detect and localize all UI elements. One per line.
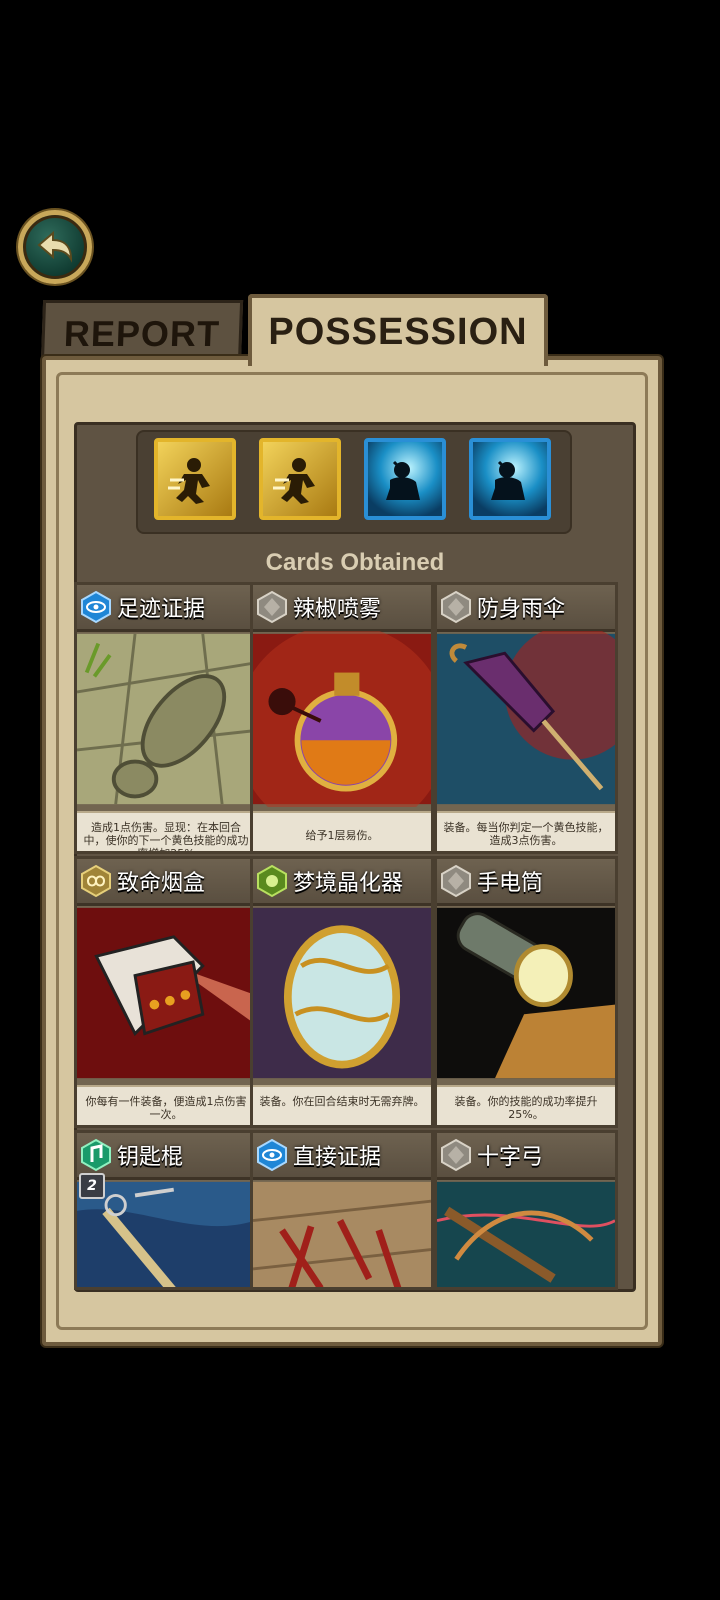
card-title-bar: 致命烟盒	[77, 859, 255, 906]
card-description: 装备。你的技能的成功率提升25%。	[437, 1085, 615, 1125]
card-title-bar: 直接证据	[253, 1133, 431, 1180]
card-title-bar: 十字弓	[437, 1133, 615, 1180]
card-footprint-evidence[interactable]: 足迹证据 造成1点伤害。显现：在本回合中，使你的下一个黄色技能的成功率增加25%	[74, 582, 258, 854]
back-arrow-icon	[37, 230, 73, 263]
cards-obtained-heading: Cards Obtained	[265, 549, 445, 576]
card-title-bar: 手电筒	[437, 859, 615, 906]
card-pepper-spray[interactable]: 辣椒喷雾 给予1层易伤。	[250, 582, 434, 854]
card-key-stick[interactable]: 钥匙棍 2	[74, 1130, 258, 1290]
card-name: 致命烟盒	[117, 871, 206, 896]
grey-gem-icon	[439, 864, 473, 898]
crouching-figure-icon	[386, 460, 420, 500]
card-name: 手电筒	[477, 871, 544, 896]
card-description: 装备。你在回合结束时无需弃牌。	[253, 1085, 431, 1125]
grey-gem-icon	[439, 590, 473, 624]
card-name: 辣椒喷雾	[293, 597, 382, 622]
card-description: 装备。每当你判定一个黄色技能，造成3点伤害。	[437, 811, 615, 851]
crouching-figure-icon	[491, 460, 525, 500]
bloody-floor-illustration	[253, 1179, 431, 1287]
cigarette-case-illustration	[77, 905, 255, 1081]
card-defensive-umbrella[interactable]: 防身雨伞 装备。每当你判定一个黄色技能，造成3点伤害。	[434, 582, 618, 854]
card-title-bar: 辣椒喷雾	[253, 585, 431, 632]
card-direct-evidence[interactable]: 直接证据	[250, 1130, 434, 1290]
card-description: 你每有一件装备，便造成1点伤害一次。	[77, 1085, 255, 1125]
back-button[interactable]	[18, 210, 92, 284]
grey-gem-icon	[255, 590, 289, 624]
card-title-bar: 防身雨伞	[437, 585, 615, 632]
tab-possession[interactable]: POSSESSION	[248, 294, 548, 366]
umbrella-illustration	[437, 631, 615, 807]
sneak-figure-icon	[168, 458, 210, 504]
skill-icon-4[interactable]	[469, 438, 551, 520]
sneak-figure-icon	[273, 458, 315, 504]
tab-report[interactable]: REPORT	[40, 300, 244, 364]
card-name: 足迹证据	[117, 597, 206, 622]
grey-gem-icon	[439, 1138, 473, 1172]
card-name: 梦境晶化器	[293, 871, 404, 896]
card-crossbow[interactable]: 十字弓	[434, 1130, 618, 1290]
skill-icon-3[interactable]	[364, 438, 446, 520]
crystal-egg-illustration	[253, 905, 431, 1081]
card-dream-crystallizer[interactable]: 梦境晶化器 装备。你在回合结束时无需弃牌。	[250, 856, 434, 1128]
crossbow-illustration	[437, 1179, 615, 1287]
card-name: 十字弓	[477, 1145, 544, 1170]
card-name: 直接证据	[293, 1145, 382, 1170]
card-title-bar: 足迹证据	[77, 585, 255, 632]
flashlight-illustration	[437, 905, 615, 1081]
card-title-bar: 梦境晶化器	[253, 859, 431, 906]
card-name: 钥匙棍	[117, 1145, 184, 1170]
card-description: 造成1点伤害。显现：在本回合中，使你的下一个黄色技能的成功率增加25%	[77, 811, 255, 851]
skill-icon-1[interactable]	[154, 438, 236, 520]
card-name: 防身雨伞	[477, 597, 566, 622]
card-level-badge: 2	[79, 1173, 105, 1199]
skill-icon-2[interactable]	[259, 438, 341, 520]
footprint-illustration	[77, 631, 255, 807]
card-deadly-cigarette-case[interactable]: 致命烟盒 你每有一件装备，便造成1点伤害一次。	[74, 856, 258, 1128]
card-description: 给予1层易伤。	[253, 811, 431, 851]
emerald-gem-icon	[79, 1138, 113, 1172]
blue-eye-gem-icon	[255, 1138, 289, 1172]
blue-eye-gem-icon	[79, 590, 113, 624]
green-gem-icon	[255, 864, 289, 898]
gold-gem-icon	[79, 864, 113, 898]
perfume-bottle-illustration	[253, 631, 431, 807]
card-flashlight[interactable]: 手电筒 装备。你的技能的成功率提升25%。	[434, 856, 618, 1128]
